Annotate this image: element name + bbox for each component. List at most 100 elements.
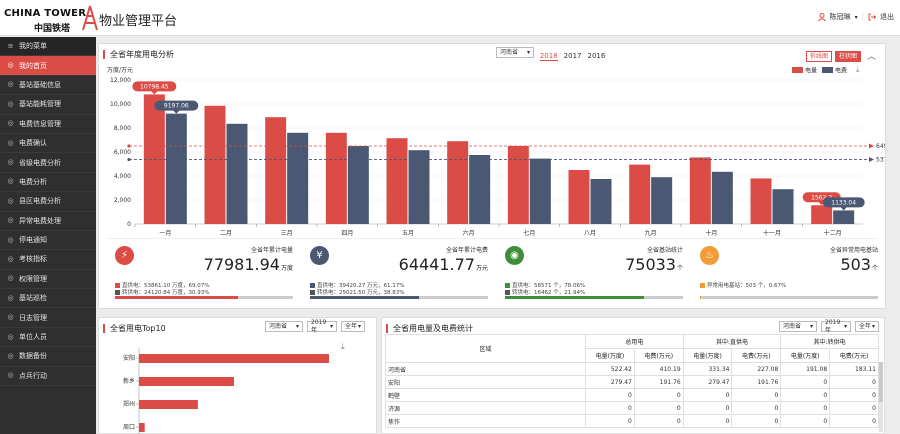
top10-bar <box>139 354 329 363</box>
province-select[interactable]: 河南省 ▾ <box>496 47 534 58</box>
legend-swatch <box>115 282 120 288</box>
china-tower-logo: CHINA TOWER 中国铁塔 <box>4 5 98 34</box>
kpi-label: 全省年累计电量 <box>250 247 293 254</box>
year-select-value: 2019年 <box>311 318 327 334</box>
kpi-sub-line: 转供电：16462 个，21.94% <box>505 288 585 296</box>
table-row[interactable]: 河南省 522.42 410.19 331.34 227.08 191.08 183.11 <box>385 362 879 376</box>
logout-icon[interactable] <box>868 13 876 21</box>
sidebar-item-label: 考核指标 <box>19 255 47 264</box>
sidebar-item[interactable]: ◎ 点兵行动 <box>0 367 96 387</box>
bar-fee <box>833 210 855 224</box>
legend-swatch <box>505 282 510 288</box>
table-row[interactable]: 鹤壁 0 0 0 0 0 0 <box>385 388 879 402</box>
value-cell: 0 <box>731 388 782 402</box>
year-select[interactable]: 2019年 ▾ <box>821 319 851 334</box>
sidebar-item-label: 县区电费分析 <box>19 197 61 206</box>
chevron-down-icon: ▾ <box>295 322 299 330</box>
data-bubble-label: 10798.45 <box>140 83 169 90</box>
kpi-card: ¥ 全省年累计电费 64441.77万元 直供电：39420.27 万元，61.17%… <box>303 239 488 305</box>
legend-swatch <box>310 289 315 295</box>
region-cell: 济源 <box>385 401 586 415</box>
user-name-link[interactable]: 陈冠琳 <box>830 12 851 22</box>
power-icon: ◎ <box>7 235 14 244</box>
panel-title: 全省用电量及电费统计 <box>386 324 473 333</box>
kpi-sub-text: 转供电：25021.50 万元，38.83% <box>317 290 405 296</box>
chevron-down-icon: ▾ <box>329 322 333 330</box>
sidebar-item[interactable]: ◎ 考核指标 <box>0 250 96 270</box>
tower-icon: ◎ <box>7 80 14 89</box>
period-select[interactable]: 全年 ▾ <box>855 321 879 332</box>
sidebar-item[interactable]: ◎ 权限管理 <box>0 270 96 290</box>
kpi-sub-text: 转供电：16462 个，21.94% <box>512 290 586 296</box>
sidebar-item-label: 电费信息管理 <box>19 119 61 128</box>
col-header: 电量(万度) <box>682 348 733 363</box>
value-cell: 0 <box>829 375 879 389</box>
value-cell: 0 <box>731 401 782 415</box>
sidebar-item[interactable]: ◎ 基站能耗管理 <box>0 95 96 115</box>
table-row[interactable]: 焦作 0 0 0 0 0 0 <box>385 414 879 428</box>
sidebar-item[interactable]: ◎ 我的首页 <box>0 56 96 76</box>
sidebar-item[interactable]: ◎ 数据备份 <box>0 347 96 367</box>
period-select[interactable]: 全年 ▾ <box>341 321 365 332</box>
panel-title: 全省年度用电分析 <box>103 50 174 59</box>
kpi-card: ♨ 全省异常用电基站 503个 异常用电基站：503 个，0.67% <box>693 239 878 305</box>
y-tick-label: 6,000 <box>114 149 131 156</box>
average-line-arrow <box>869 157 874 163</box>
data-bubble-label: 1133.04 <box>831 199 856 206</box>
y-tick-label: 4,000 <box>114 173 131 180</box>
province-select[interactable]: 河南省 ▾ <box>265 321 303 332</box>
year-select[interactable]: 2019年 ▾ <box>307 318 337 334</box>
period-select-value: 全年 <box>859 322 872 330</box>
sidebar-item[interactable]: ◎ 基站基础信息 <box>0 76 96 96</box>
kpi-value: 503 <box>840 255 871 274</box>
chevron-down-icon[interactable]: ▾ <box>855 14 858 21</box>
kpi-value-wrap: 503个 <box>840 255 878 274</box>
legend-label: 电费 <box>835 67 847 75</box>
logout-link[interactable]: 退出 <box>880 12 894 22</box>
sidebar-item[interactable]: ◎ 电费分析 <box>0 173 96 193</box>
bar-power <box>325 132 347 224</box>
sidebar-item-label: 省级电费分析 <box>19 158 61 167</box>
province-select[interactable]: 河南省 ▾ <box>779 321 817 332</box>
sidebar-item[interactable]: ◎ 省级电费分析 <box>0 153 96 173</box>
sidebar-item[interactable]: ◎ 单位人员 <box>0 328 96 348</box>
col-header: 电费(万元) <box>731 348 782 363</box>
value-cell: 0 <box>585 401 635 415</box>
user-icon: ◎ <box>7 332 14 341</box>
kpi-progress-bar <box>310 296 488 299</box>
value-cell: 183.11 <box>829 362 879 376</box>
kpi-unit: 万度 <box>280 265 293 272</box>
kpi-progress-fill <box>505 296 644 299</box>
sidebar-item-label: 基站巡检 <box>19 294 47 303</box>
bar-power <box>447 141 469 224</box>
kpi-value-wrap: 77981.94万度 <box>204 255 293 274</box>
sidebar-item[interactable]: ◎ 日志管理 <box>0 308 96 328</box>
bar-fee <box>529 158 551 224</box>
table-row[interactable]: 安阳 279.47 191.76 279.47 191.76 0 0 <box>385 375 879 389</box>
value-cell: 0 <box>829 401 879 415</box>
tower-logo-icon <box>82 5 98 31</box>
table-row[interactable]: 济源 0 0 0 0 0 0 <box>385 401 879 415</box>
kpi-value-wrap: 75033个 <box>625 255 683 274</box>
x-tick-label: 六月 <box>463 229 475 237</box>
kpi-row: ⚡ 全省年累计电量 77981.94万度 直供电：53861.10 万度，69.07%… <box>108 238 878 304</box>
sidebar-item[interactable]: ◎ 电费确认 <box>0 134 96 154</box>
sidebar-item[interactable]: ◎ 停电通知 <box>0 231 96 251</box>
value-cell: 0 <box>633 414 684 428</box>
kpi-card: ◉ 全省基站统计 75033个 直供电：58571 个，78.06% 转供电：16462… <box>498 239 683 305</box>
sidebar-item[interactable]: ◎ 基站巡检 <box>0 289 96 309</box>
y-axis-title: 万度/万元 <box>107 66 133 74</box>
scrollbar[interactable] <box>879 362 883 432</box>
sidebar-item[interactable]: ◎ 电费信息管理 <box>0 115 96 134</box>
kpi-progress-bar <box>505 296 683 299</box>
sidebar-item[interactable]: ◎ 县区电费分析 <box>0 192 96 212</box>
bar-fee <box>772 189 794 224</box>
sidebar-item-label: 数据备份 <box>19 352 47 361</box>
sidebar-item[interactable]: ◎ 异常电费处理 <box>0 212 96 231</box>
stats-table-panel: 全省用电量及电费统计 河南省 ▾ 2019年 ▾ 全年 ▾ 区域 总用电 其中:直供电 其中… <box>381 317 885 434</box>
average-line-dot <box>127 144 131 148</box>
kpi-value: 64441.77 <box>398 255 475 274</box>
value-cell: 0 <box>731 414 782 428</box>
bar-power <box>568 170 590 224</box>
sidebar-item[interactable]: ≡ 我的菜单 <box>0 37 96 57</box>
